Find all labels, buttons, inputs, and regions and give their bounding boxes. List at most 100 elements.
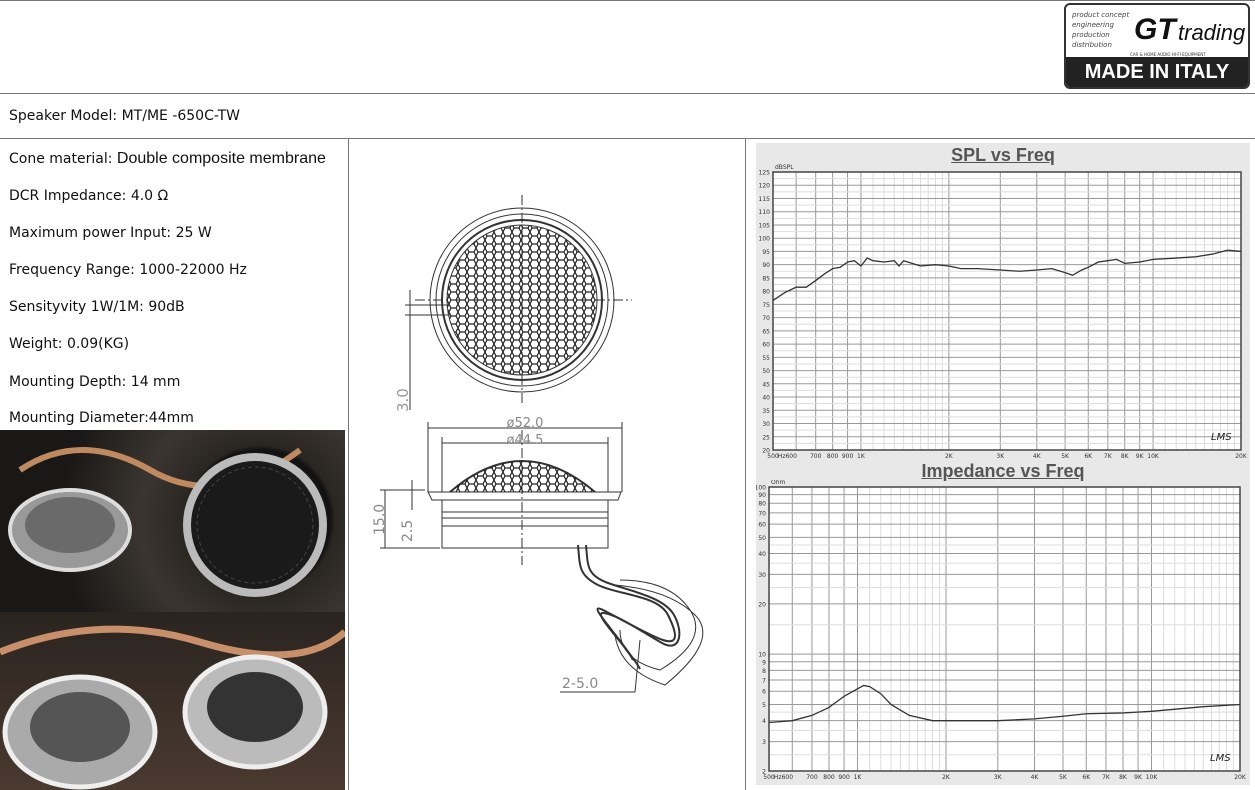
x-tick-label: 700	[806, 774, 818, 781]
y-tick-label: 25	[762, 434, 770, 441]
dim-wire: 2-5.0	[562, 676, 598, 692]
y-tick-label: 115	[759, 196, 771, 203]
made-in-italy: MADE IN ITALY	[1066, 57, 1248, 87]
plot-area	[769, 487, 1240, 771]
product-photo-front	[0, 430, 345, 612]
product-photo-back	[0, 612, 345, 790]
x-tick-label: 20K	[1234, 774, 1247, 781]
spl-chart: 2025303540455055606570758085909510010511…	[759, 164, 1248, 460]
dim-top: 3.0	[394, 388, 412, 412]
x-tick-label: 20K	[1235, 453, 1248, 460]
y-tick-label: 80	[758, 501, 766, 508]
lms-watermark: LMS	[1211, 432, 1232, 443]
speaker-model: Speaker Model: MT/ME -650C-TW	[9, 108, 241, 124]
x-tick-label: 800	[823, 774, 835, 781]
y-tick-label: 90	[762, 262, 770, 269]
x-tick-label: 700	[810, 453, 822, 460]
y-tick-label: 100	[759, 236, 771, 243]
y-tick-label: 90	[758, 492, 766, 499]
y-tick-label: 85	[762, 275, 770, 282]
x-tick-label: Hz600	[778, 453, 797, 460]
y-tick-label: 80	[762, 289, 770, 296]
y-tick-label: 50	[758, 535, 766, 542]
y-tick-label: 75	[762, 302, 770, 309]
y-tick-label: 70	[762, 315, 770, 322]
x-tick-label: 10K	[1146, 774, 1159, 781]
x-tick-label: 4K	[1031, 774, 1040, 781]
y-axis-label: dBSPL	[775, 164, 794, 171]
spec-cone: Cone material: Double composite membrane	[9, 150, 326, 168]
spec-weight: Weight: 0.09(KG)	[9, 336, 130, 352]
spec-depth: Mounting Depth: 14 mm	[9, 374, 181, 390]
divider	[0, 93, 1255, 94]
y-tick-label: 105	[759, 222, 771, 229]
x-tick-label: 7K	[1104, 453, 1113, 460]
column-divider	[745, 138, 746, 790]
logo-trading: trading	[1178, 20, 1246, 45]
divider	[0, 138, 1255, 139]
y-tick-label: 20	[758, 601, 766, 608]
logo-gt: GT	[1134, 13, 1176, 46]
y-tick-label: 120	[759, 183, 771, 190]
y-tick-label: 50	[762, 368, 770, 375]
photo-tweeter-front	[8, 447, 327, 597]
x-tick-label: 5K	[1061, 453, 1070, 460]
y-tick-label: 60	[762, 342, 770, 349]
x-tick-label: 5K	[1059, 774, 1068, 781]
y-tick-label: 95	[762, 249, 770, 256]
y-tick-label: 110	[759, 209, 771, 216]
x-tick-label: 8K	[1119, 774, 1128, 781]
impedance-chart-title: Impedance vs Freq	[921, 461, 1085, 481]
dim-flange: 2.5	[400, 520, 416, 542]
x-tick-label: 6K	[1082, 774, 1091, 781]
logo-tag: production	[1072, 31, 1110, 39]
spec-frequency: Frequency Range: 1000-22000 Hz	[9, 262, 247, 278]
y-tick-label: 45	[762, 381, 770, 388]
x-tick-label: 2K	[945, 453, 954, 460]
y-tick-label: 40	[758, 551, 766, 558]
y-tick-label: 35	[762, 408, 770, 415]
x-tick-label: 800	[827, 453, 839, 460]
y-tick-label: 3	[762, 739, 766, 746]
lms-watermark: LMS	[1210, 753, 1231, 764]
y-tick-label: 9	[762, 659, 766, 666]
side-view	[380, 422, 704, 693]
top-view	[405, 195, 632, 410]
x-tick-label: 6K	[1084, 453, 1093, 460]
spec-label: Cone material:	[9, 151, 117, 167]
x-tick-label: 9K	[1134, 774, 1143, 781]
x-tick-label: 3K	[994, 774, 1003, 781]
spec-value: Double composite membrane	[116, 150, 326, 167]
y-tick-label: 4	[762, 718, 766, 725]
y-tick-label: 40	[762, 395, 770, 402]
dim-inner-diameter: ø44.5	[507, 433, 544, 448]
spec-diameter: Mounting Diameter:44mm	[9, 410, 194, 426]
spec-dcr: DCR Impedance: 4.0 Ω	[9, 188, 169, 204]
x-tick-label: 2K	[942, 774, 951, 781]
spec-sensitivity: Sensityvity 1W/1M: 90dB	[9, 299, 185, 315]
y-tick-label: 8	[762, 668, 766, 675]
y-tick-label: 100	[756, 485, 766, 492]
x-tick-label: 9K	[1136, 453, 1145, 460]
logo-tag: engineering	[1072, 21, 1114, 29]
spec-power: Maximum power Input: 25 W	[9, 225, 212, 241]
top-border	[0, 0, 1255, 1]
y-tick-label: 55	[762, 355, 770, 362]
x-tick-label: 3K	[996, 453, 1005, 460]
logo-tag: product concept	[1072, 11, 1130, 19]
y-axis-label: Ohm	[771, 480, 786, 486]
dim-outer-diameter: ø52.0	[507, 416, 544, 431]
x-tick-label: 1K	[857, 453, 866, 460]
dim-height: 15.0	[372, 504, 388, 535]
x-tick-label: 10K	[1147, 453, 1160, 460]
gt-trading-logo: product concept engineering production d…	[1064, 3, 1250, 89]
y-tick-label: 5	[762, 702, 766, 709]
impedance-chart: 23456789102030405060708090100500 Hz600 700…	[756, 480, 1247, 781]
logo-tag: distribution	[1072, 41, 1112, 49]
x-tick-label: 7K	[1102, 774, 1111, 781]
y-tick-label: 6	[762, 689, 766, 696]
y-tick-label: 7	[762, 678, 766, 685]
x-tick-label: Hz600	[774, 774, 793, 781]
y-tick-label: 30	[762, 421, 770, 428]
y-tick-label: 65	[762, 328, 770, 335]
